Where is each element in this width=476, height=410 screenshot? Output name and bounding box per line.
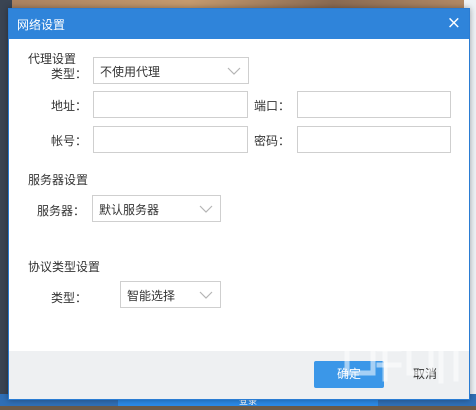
network-settings-dialog: 网络设置 × 代理设置 类型： 不使用代理 地址： 端口： 帐号： 密码： 服务… (8, 8, 470, 400)
dialog-titlebar: 网络设置 × (9, 9, 469, 39)
server-select[interactable]: 默认服务器 (92, 195, 221, 222)
server-section-title: 服务器设置 (28, 173, 89, 187)
chevron-down-icon (199, 291, 213, 299)
protocol-type-label: 类型： (51, 291, 88, 305)
account-input[interactable] (93, 126, 248, 153)
watermark-logo (344, 336, 466, 384)
dialog-title: 网络设置 (17, 18, 66, 32)
proxy-type-select[interactable]: 不使用代理 (93, 57, 249, 84)
protocol-type-value: 智能选择 (127, 289, 176, 303)
proxy-type-value: 不使用代理 (100, 65, 161, 79)
port-label: 端口： (254, 99, 291, 113)
protocol-section-title: 协议类型设置 (28, 260, 101, 274)
account-label: 帐号： (51, 134, 88, 148)
server-label: 服务器： (37, 204, 86, 218)
chevron-down-icon (227, 67, 241, 75)
port-input[interactable] (297, 91, 451, 118)
protocol-type-select[interactable]: 智能选择 (120, 281, 221, 308)
address-label: 地址： (51, 99, 88, 113)
address-input[interactable] (93, 91, 248, 118)
password-input[interactable] (297, 126, 451, 153)
server-value: 默认服务器 (99, 203, 160, 217)
close-icon[interactable]: × (447, 12, 461, 34)
chevron-down-icon (199, 205, 213, 213)
password-label: 密码： (254, 134, 291, 148)
proxy-type-label: 类型： (51, 67, 88, 81)
